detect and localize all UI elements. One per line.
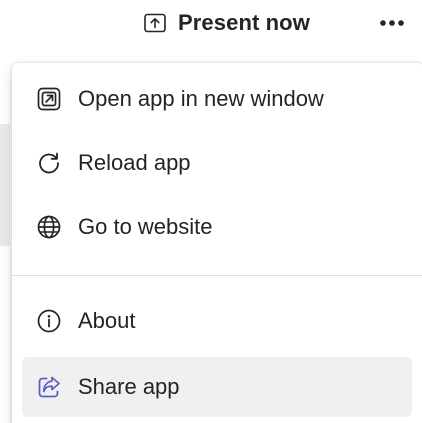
menu-item-about[interactable]: About — [22, 291, 412, 351]
info-icon — [36, 308, 62, 334]
menu-item-label: Share app — [78, 374, 180, 399]
app-window: Present now Open app in new window Reloa… — [0, 0, 422, 423]
present-now-button[interactable]: Present now — [144, 6, 310, 40]
more-horizontal-icon — [379, 14, 405, 32]
menu-item-label: Go to website — [78, 214, 213, 239]
more-options-button[interactable] — [374, 10, 410, 36]
menu-divider — [12, 275, 422, 276]
menu-item-go-to-website[interactable]: Go to website — [22, 197, 412, 257]
present-now-label: Present now — [178, 10, 310, 35]
app-options-menu: Open app in new window Reload app Go to … — [12, 63, 422, 423]
menu-item-label: Reload app — [78, 150, 191, 175]
menu-item-open-new-window[interactable]: Open app in new window — [22, 69, 412, 129]
menu-item-label: About — [78, 308, 136, 333]
share-screen-icon — [144, 13, 166, 33]
globe-icon — [36, 214, 62, 240]
menu-item-reload-app[interactable]: Reload app — [22, 133, 412, 193]
background-panel — [0, 124, 10, 246]
menu-item-share-app[interactable]: Share app — [22, 357, 412, 417]
open-new-window-icon — [36, 86, 62, 112]
menu-item-label: Open app in new window — [78, 86, 324, 111]
reload-icon — [36, 150, 62, 176]
meeting-toolbar: Present now — [0, 0, 422, 48]
share-icon — [36, 374, 62, 400]
